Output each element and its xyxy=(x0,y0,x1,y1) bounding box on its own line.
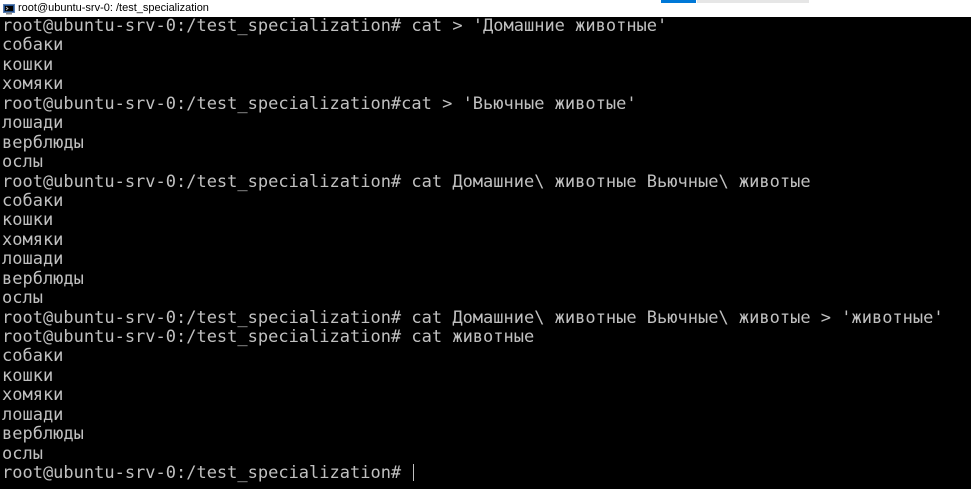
terminal-line: лошади xyxy=(2,113,64,134)
terminal-line: root@ubuntu-srv-0:/test_specialization# … xyxy=(2,17,668,36)
terminal-line: root@ubuntu-srv-0:/test_specialization# … xyxy=(2,171,811,192)
terminal-line: лошади xyxy=(2,249,64,270)
terminal-line: верблюды xyxy=(2,424,84,445)
terminal-line: лошади xyxy=(2,404,64,425)
terminal-window: root@ubuntu-srv-0: /test_specialization … xyxy=(0,0,971,489)
terminal-line: собаки xyxy=(2,35,64,56)
terminal-line: хомяки xyxy=(2,74,64,95)
terminal-line: верблюды xyxy=(2,268,84,289)
terminal-line: верблюды xyxy=(2,132,84,153)
terminal-line: root@ubuntu-srv-0:/test_specialization# … xyxy=(2,307,944,328)
terminal-output[interactable]: root@ubuntu-srv-0:/test_specialization# … xyxy=(2,17,971,489)
terminal-line: кошки xyxy=(2,54,54,75)
terminal-line: root@ubuntu-srv-0:/test_specialization# … xyxy=(2,327,535,347)
text-cursor xyxy=(413,464,415,482)
titlebar-accent xyxy=(661,0,696,3)
terminal-line: хомяки xyxy=(2,385,64,406)
window-title: root@ubuntu-srv-0: /test_specialization xyxy=(18,2,209,14)
terminal-prompt: root@ubuntu-srv-0:/test_specialization# xyxy=(2,463,412,484)
terminal-prompt-line[interactable]: root@ubuntu-srv-0:/test_specialization# xyxy=(2,463,971,484)
terminal-line: собаки xyxy=(2,190,64,211)
terminal-line: ослы xyxy=(2,152,43,173)
terminal-line: ослы xyxy=(2,288,43,309)
title-bar[interactable]: root@ubuntu-srv-0: /test_specialization xyxy=(0,0,971,17)
putty-terminal-icon xyxy=(3,3,15,15)
titlebar-divider xyxy=(697,0,809,3)
terminal-line: собаки xyxy=(2,346,64,367)
terminal-line: кошки xyxy=(2,365,54,386)
terminal-line: root@ubuntu-srv-0:/test_specialization#c… xyxy=(2,93,637,114)
terminal-line: кошки xyxy=(2,210,54,231)
terminal-line: ослы xyxy=(2,443,43,464)
terminal-line: хомяки xyxy=(2,229,64,250)
